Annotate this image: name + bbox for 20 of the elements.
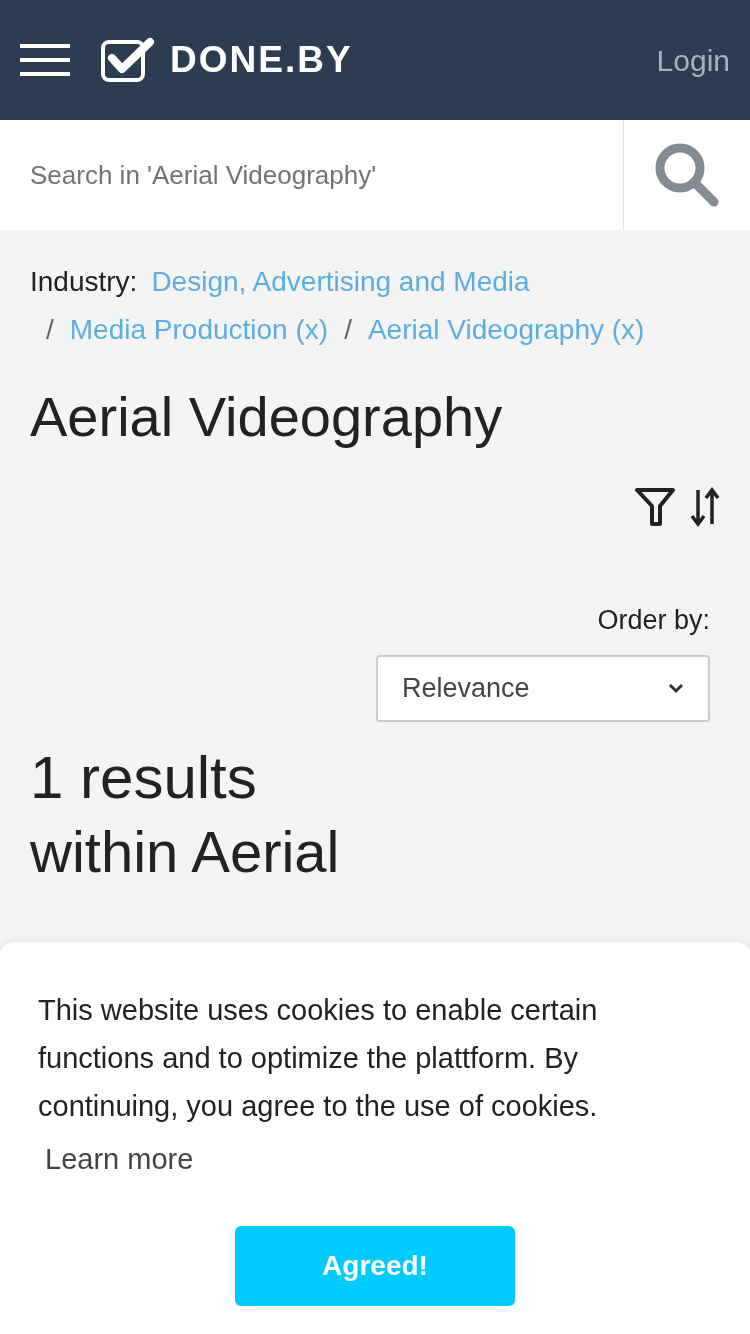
logo-text[interactable]: DONE.BY xyxy=(170,32,353,88)
search-field[interactable]: Search in 'Aerial Videography' xyxy=(0,120,623,230)
page-title: Aerial Videography xyxy=(30,384,504,450)
breadcrumb-separator: / xyxy=(46,313,54,347)
menu-icon[interactable] xyxy=(20,44,70,76)
order-label: Order by: xyxy=(597,604,710,637)
login-link[interactable]: Login xyxy=(656,37,730,83)
cookie-message: This website uses cookies to enable certain functions and to optimize the plattform. By continuing, you agree to the use of cookies. xyxy=(38,993,599,1124)
search-button[interactable] xyxy=(623,120,750,230)
search-icon xyxy=(654,142,720,208)
breadcrumb-separator: / xyxy=(344,313,352,347)
breadcrumb-label: Industry: xyxy=(30,265,138,299)
caret-icon xyxy=(668,682,684,694)
results-count: 1 results xyxy=(30,742,258,813)
filter-icon[interactable] xyxy=(634,486,676,528)
results-scope: within Aerial xyxy=(30,817,341,886)
order-select[interactable]: Relevance xyxy=(376,654,710,722)
checkbox-logo-icon xyxy=(100,36,156,84)
learn-more-link[interactable]: Learn more xyxy=(45,1138,194,1182)
sort-icon[interactable] xyxy=(690,486,720,528)
